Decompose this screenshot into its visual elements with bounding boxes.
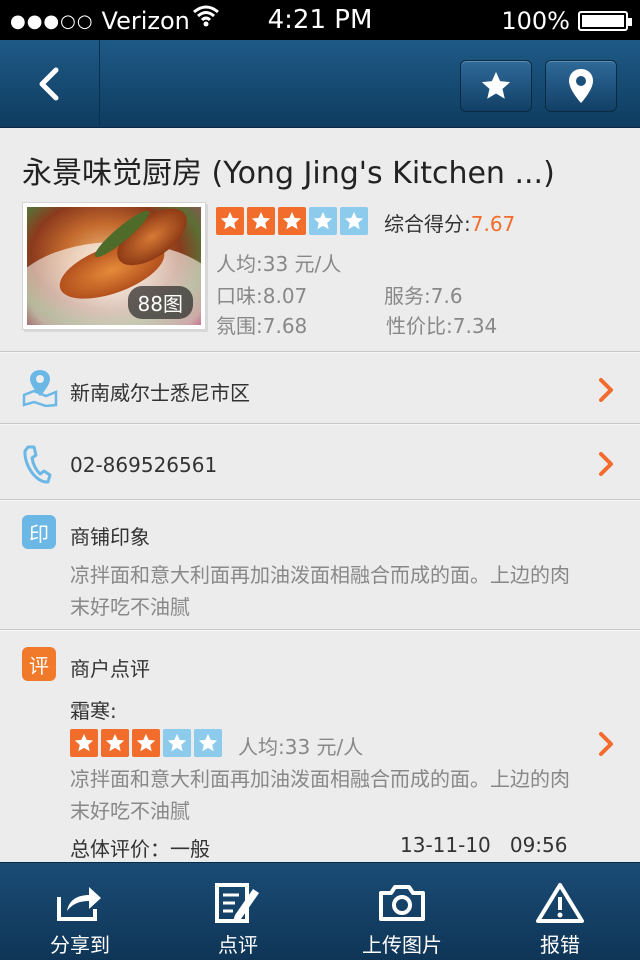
star-icon <box>163 729 191 757</box>
star-icon <box>101 729 129 757</box>
service-score: 服务:7.6 <box>384 284 463 308</box>
phone-number: 02-869526561 <box>70 453 218 477</box>
tab-share-label: 分享到 <box>50 933 110 957</box>
star-icon <box>481 71 511 99</box>
review-per-person: 人均:33 元/人 <box>238 735 364 759</box>
review-overall: 总体评价：一般 <box>70 837 210 861</box>
chevron-right-icon <box>598 451 614 481</box>
address-row[interactable]: 新南威尔士悉尼市区 <box>0 352 640 424</box>
warning-icon <box>535 881 585 925</box>
impression-title: 商铺印象 <box>70 525 150 549</box>
back-button[interactable] <box>0 40 100 128</box>
camera-icon <box>377 881 427 925</box>
star-icon <box>70 729 98 757</box>
ambience-score: 氛围:7.68 <box>216 314 308 338</box>
taste-score: 口味:8.07 <box>216 284 308 308</box>
status-bar: ●●●○○ Verizon 4:21 PM 100% <box>0 0 640 40</box>
star-icon <box>309 207 337 235</box>
overall-score: 综合得分:7.67 <box>384 208 515 237</box>
tab-report-error[interactable]: 报错 <box>480 863 640 960</box>
overall-score-label: 综合得分: <box>384 212 471 236</box>
value-score: 性价比:7.34 <box>386 314 498 338</box>
review-text: 凉拌面和意大利面再加油泼面相融合而成的面。上边的肉末好吃不油腻 <box>70 767 570 823</box>
per-person-price: 人均:33 元/人 <box>216 252 342 276</box>
star-rating <box>216 207 368 235</box>
tab-share[interactable]: 分享到 <box>0 863 160 960</box>
nav-bar <box>0 40 640 128</box>
tab-upload-photo[interactable]: 上传图片 <box>322 863 482 960</box>
star-icon <box>216 207 244 235</box>
photo-count-badge: 88图 <box>127 286 193 319</box>
photo-image: 88图 <box>27 207 201 325</box>
review-badge-icon: 评 <box>22 647 56 681</box>
star-icon <box>247 207 275 235</box>
review-date: 13-11-10 09:56 <box>400 833 568 857</box>
favorite-button[interactable] <box>460 60 532 112</box>
restaurant-name: 永景味觉厨房 (Yong Jing's Kitchen ...) <box>22 156 555 191</box>
review-author: 霜寒: <box>70 699 117 723</box>
impression-section: 印 商铺印象 凉拌面和意大利面再加油泼面相融合而成的面。上边的肉末好吃不油腻 <box>0 500 640 630</box>
star-icon <box>278 207 306 235</box>
chevron-right-icon <box>598 377 614 407</box>
chevron-right-icon <box>598 731 614 761</box>
map-button[interactable] <box>545 60 617 112</box>
star-icon <box>340 207 368 235</box>
review-star-rating <box>70 729 222 757</box>
address-text: 新南威尔士悉尼市区 <box>70 381 250 405</box>
review-title: 商户点评 <box>70 657 150 681</box>
share-icon <box>55 881 105 925</box>
restaurant-summary: 永景味觉厨房 (Yong Jing's Kitchen ...) 88图 综合得… <box>0 128 640 352</box>
star-icon <box>132 729 160 757</box>
impression-text: 凉拌面和意大利面再加油泼面相融合而成的面。上边的肉末好吃不油腻 <box>70 563 570 619</box>
chevron-left-icon <box>39 67 58 101</box>
battery-percent: 100% <box>501 7 570 35</box>
restaurant-photo[interactable]: 88图 <box>22 202 206 330</box>
phone-row[interactable]: 02-869526561 <box>0 424 640 500</box>
tab-review[interactable]: 点评 <box>158 863 318 960</box>
location-pin-icon <box>569 69 593 103</box>
star-icon <box>194 729 222 757</box>
overall-score-value: 7.67 <box>470 212 516 236</box>
review-section[interactable]: 评 商户点评 霜寒: 人均:33 元/人 凉拌面和意大利面再加油泼面相融合而成的… <box>0 630 640 870</box>
map-pin-icon <box>22 369 58 411</box>
tab-report-error-label: 报错 <box>540 933 580 957</box>
tab-review-label: 点评 <box>218 933 258 957</box>
phone-icon <box>22 445 52 489</box>
tab-upload-photo-label: 上传图片 <box>362 933 442 957</box>
edit-review-icon <box>213 881 263 925</box>
tab-bar: 分享到 点评 上传图片 报错 <box>0 862 640 960</box>
battery-icon <box>578 11 632 31</box>
impression-badge-icon: 印 <box>22 515 56 549</box>
